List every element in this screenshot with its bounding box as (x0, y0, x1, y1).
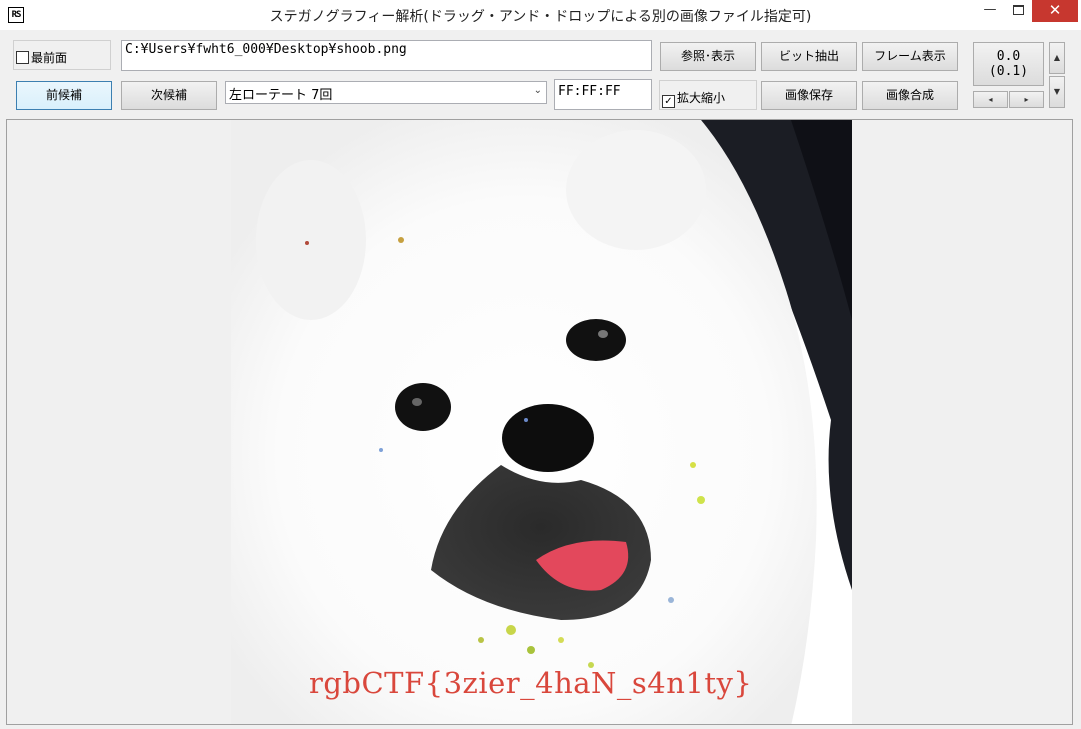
checkbox-box[interactable]: ✓ (662, 95, 675, 108)
flag-text: rgbCTF{3zier_4haN_s4n1ty} (309, 666, 753, 700)
frame-counter: 0.0 (0.1) (973, 42, 1044, 86)
topmost-checkbox[interactable]: 最前面 (16, 49, 67, 66)
window-title: ステガノグラフィー解析(ドラッグ・アンド・ドロップによる別の画像ファイル指定可) (269, 9, 812, 25)
maximize-icon (1012, 5, 1024, 15)
mode-select[interactable]: 左ローテート 7回 ⌄ (225, 81, 547, 104)
next-candidate-button[interactable]: 次候補 (121, 81, 217, 110)
prev-frame-button[interactable]: ◂ (973, 91, 1008, 108)
zoom-label: 拡大縮小 (677, 91, 726, 105)
browse-button[interactable]: 参照･表示 (660, 42, 756, 71)
close-button[interactable]: ✕ (1032, 0, 1078, 22)
topmost-label: 最前面 (31, 51, 68, 65)
color-value-input[interactable]: FF:FF:FF (554, 79, 652, 110)
bit-extract-button[interactable]: ビット抽出 (761, 42, 857, 71)
dog-photo-graphic (231, 120, 852, 724)
save-image-button[interactable]: 画像保存 (761, 81, 857, 110)
zoom-checkbox[interactable]: ✓ 拡大縮小 (662, 89, 725, 108)
compose-image-button[interactable]: 画像合成 (862, 81, 958, 110)
image-view[interactable]: rgbCTF{3zier_4haN_s4n1ty} (6, 119, 1073, 725)
checkbox-box[interactable] (16, 51, 29, 64)
chevron-down-icon: ⌄ (533, 85, 542, 96)
dog-image: rgbCTF{3zier_4haN_s4n1ty} (231, 120, 852, 724)
counter-value: 0.0 (996, 49, 1021, 64)
file-path-input[interactable]: C:¥Users¥fwht6_000¥Desktop¥shoob.png (121, 40, 652, 71)
frame-display-button[interactable]: フレーム表示 (862, 42, 958, 71)
maximize-button[interactable] (1001, 0, 1035, 22)
counter-subvalue: (0.1) (988, 64, 1029, 79)
scroll-down-button[interactable]: ▼ (1049, 76, 1065, 108)
mode-select-value: 左ローテート 7回 (229, 88, 333, 103)
prev-candidate-button[interactable]: 前候補 (16, 81, 112, 110)
scroll-up-button[interactable]: ▲ (1049, 42, 1065, 74)
next-frame-button[interactable]: ▸ (1009, 91, 1044, 108)
title-bar: RS ステガノグラフィー解析(ドラッグ・アンド・ドロップによる別の画像ファイル指… (0, 0, 1081, 30)
